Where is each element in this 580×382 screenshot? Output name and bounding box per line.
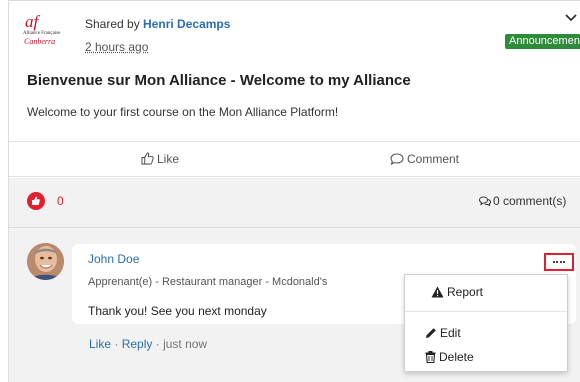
like-label: Like <box>157 152 180 166</box>
comment-author-link[interactable]: John Doe <box>88 252 139 266</box>
post-body: Welcome to your first course on the Mon … <box>27 105 339 119</box>
menu-item-edit[interactable]: Edit <box>425 326 580 340</box>
comment-reply-link[interactable]: Reply <box>122 337 153 351</box>
comment-label: Comment <box>407 152 460 166</box>
menu-item-edit-label: Edit <box>440 326 461 340</box>
post-header: af Alliance Française Canberra Shared by… <box>9 1 580 61</box>
logo-mark: af <box>25 12 39 31</box>
reaction-count: 0 <box>57 194 64 208</box>
comment-action-separator: · <box>155 337 160 351</box>
logo-line1: Alliance Française <box>23 31 61 36</box>
warning-icon <box>431 286 444 298</box>
section-divider <box>9 227 580 228</box>
more-dots-icon <box>553 261 565 263</box>
comment-count[interactable]: 0 comment(s) <box>478 194 567 208</box>
trash-icon <box>425 351 436 364</box>
comment-button[interactable]: Comment <box>390 152 459 166</box>
chevron-down-icon[interactable] <box>565 13 577 23</box>
announcement-badge: Announcement <box>505 34 580 49</box>
comment-action-separator: · <box>114 337 119 351</box>
comment-author-role: Apprenant(e) - Restaurant manager - Mcdo… <box>88 276 328 288</box>
comment-text: Thank you! See you next monday <box>88 304 267 318</box>
menu-item-report-label: Report <box>447 285 484 299</box>
post-action-bar: Like Comment <box>9 141 580 177</box>
logo-line2: Canberra <box>24 37 56 46</box>
thumbs-up-icon <box>141 152 154 165</box>
reaction-like-icon <box>27 192 45 210</box>
post-author-link[interactable]: Henri Decamps <box>143 17 230 31</box>
post-title: Bienvenue sur Mon Alliance - Welcome to … <box>27 72 411 89</box>
alliance-logo: af Alliance Française Canberra <box>23 12 61 49</box>
menu-item-delete[interactable]: Delete <box>425 350 580 364</box>
comment-like-link[interactable]: Like <box>89 337 111 351</box>
comment-count-label: 0 comment(s) <box>493 194 567 208</box>
comments-icon <box>478 196 492 207</box>
speech-bubble-icon <box>390 153 404 166</box>
comment-options-menu: Report Edit Delete <box>404 274 568 372</box>
menu-item-delete-label: Delete <box>439 350 474 364</box>
menu-item-report[interactable]: Report <box>431 285 580 299</box>
shared-by-line: Shared by Henri Decamps <box>85 17 230 31</box>
menu-divider <box>405 311 567 312</box>
comment-actions: Like · Reply · just now <box>89 337 207 351</box>
comment-options-button[interactable] <box>544 253 574 271</box>
like-button[interactable]: Like <box>141 152 179 166</box>
comment-time: just now <box>163 337 208 351</box>
shared-prefix: Shared by <box>85 17 140 31</box>
avatar[interactable] <box>27 243 64 280</box>
pencil-icon <box>426 328 436 338</box>
post-timestamp[interactable]: 2 hours ago <box>85 40 148 54</box>
